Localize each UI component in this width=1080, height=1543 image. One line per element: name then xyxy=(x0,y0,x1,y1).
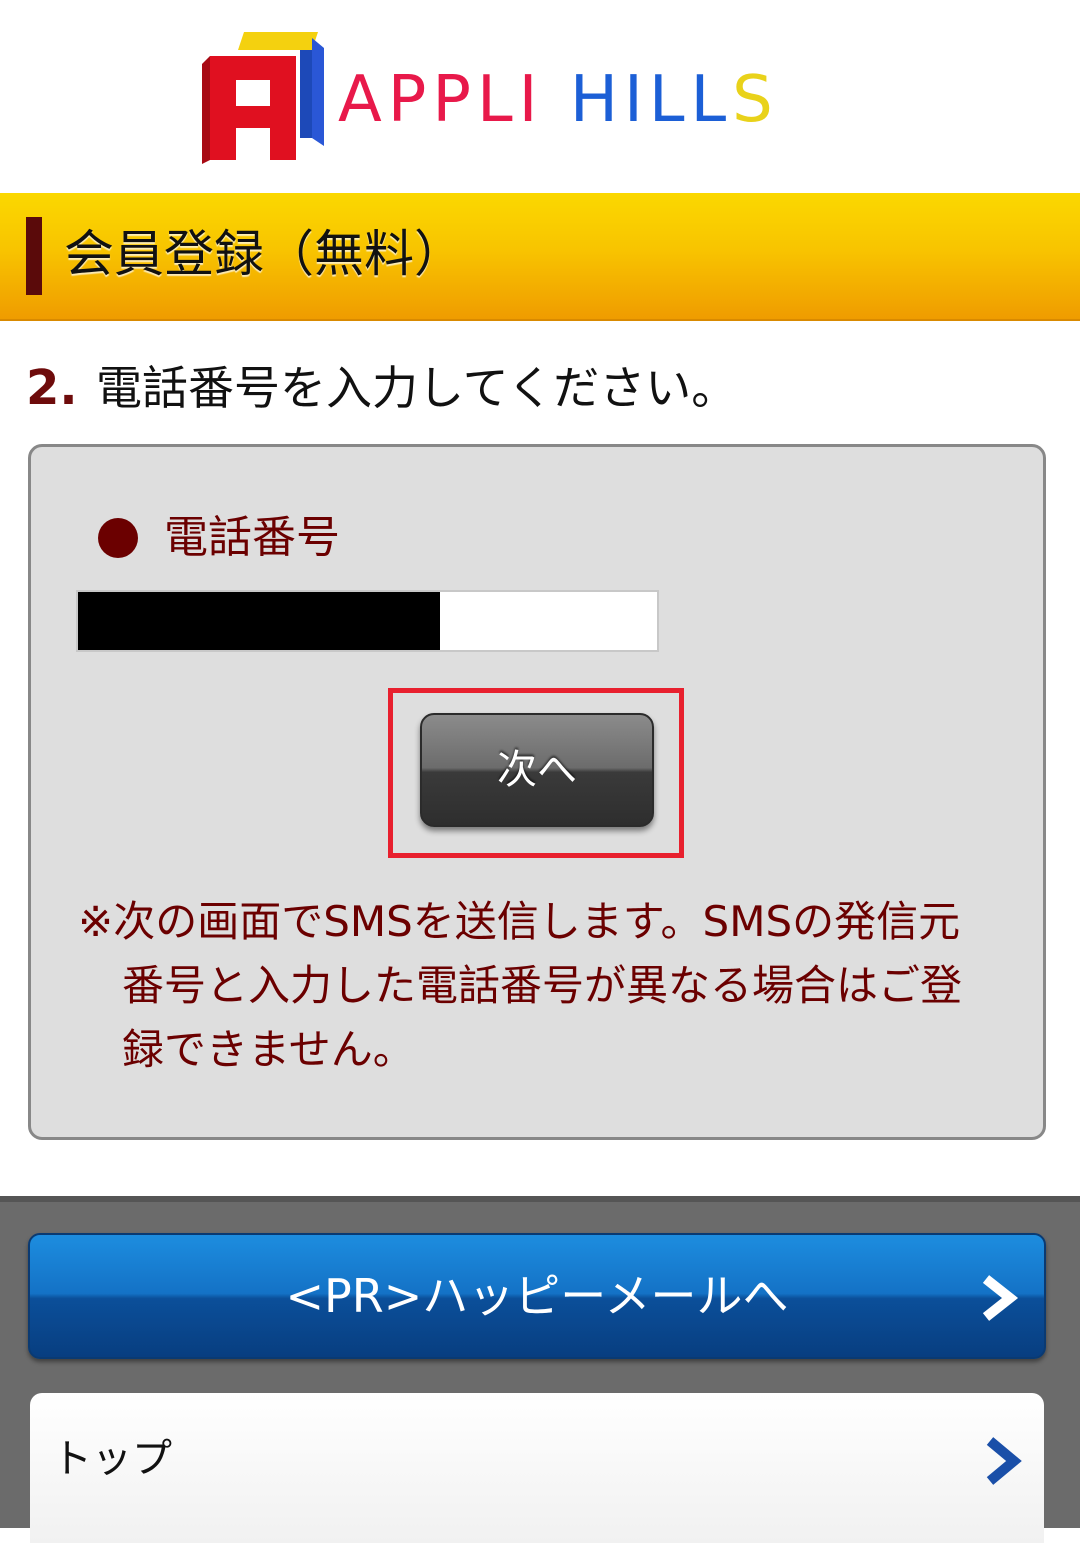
logo-wordmark: APPLI HILLS xyxy=(338,60,779,140)
step-instruction: 電話番号を入力してください。 xyxy=(96,361,738,415)
next-button[interactable]: 次へ xyxy=(420,713,654,827)
chevron-right-icon xyxy=(982,1275,1019,1321)
title-accent-bar xyxy=(26,217,42,295)
redacted-phone-value xyxy=(78,592,440,650)
chevron-right-icon xyxy=(986,1437,1022,1485)
pr-button-label: <PR>ハッピーメールへ xyxy=(285,1269,789,1323)
bullet-dot-icon xyxy=(98,518,138,558)
nav-item-top-label: トップ xyxy=(52,1436,172,1482)
logo-word-appli: APPLI xyxy=(338,63,544,137)
step-number: 2. xyxy=(26,360,78,416)
phone-field-label: 電話番号 xyxy=(164,512,340,563)
logo-word-hill: HILL xyxy=(569,63,733,137)
appli-hills-logo-icon xyxy=(202,32,324,164)
logo-word-s: S xyxy=(732,63,779,137)
header: APPLI HILLS xyxy=(0,0,1080,193)
section-title-bar: 会員登録（無料） xyxy=(0,193,1080,321)
pr-happymail-button[interactable]: <PR>ハッピーメールへ xyxy=(28,1233,1046,1359)
page-title: 会員登録（無料） xyxy=(64,225,464,283)
sms-notice-text: ※次の画面でSMSを送信します。SMSの発信元番号と入力した電話番号が異なる場合… xyxy=(78,897,963,1074)
nav-item-top[interactable]: トップ xyxy=(30,1393,1044,1543)
